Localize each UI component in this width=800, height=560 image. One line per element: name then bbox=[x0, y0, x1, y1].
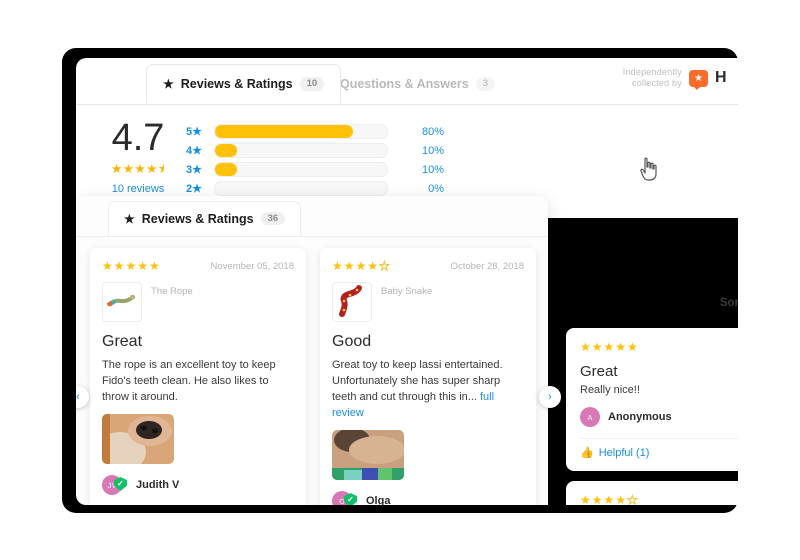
bar-percent: 10% bbox=[421, 144, 444, 157]
product-name[interactable]: Baby Snake bbox=[381, 282, 432, 297]
bar-track bbox=[214, 181, 388, 196]
review-cards-row: ★★★★★ November 05, 2018 The Rope Great T… bbox=[76, 237, 548, 505]
tab-label: Questions & Answers bbox=[340, 77, 469, 91]
product-row[interactable]: The Rope bbox=[102, 282, 294, 322]
bar-label: 4★ bbox=[186, 145, 202, 157]
avatar: A bbox=[580, 407, 600, 427]
main-tabbar: ★ Reviews & Ratings 10 Questions & Answe… bbox=[76, 58, 738, 105]
average-star-row: ★★★★⯨ bbox=[111, 162, 165, 176]
review-title: Great bbox=[102, 333, 143, 350]
device-screen: ★ Reviews & Ratings 10 Questions & Answe… bbox=[76, 58, 738, 505]
reviews-summary-panel: ★ Reviews & Ratings 10 Questions & Answe… bbox=[76, 58, 738, 218]
bar-label: 3★ bbox=[186, 164, 202, 176]
review-card-header: ★★★★★ October 28, 2018 bbox=[332, 259, 524, 274]
review-author-name: Judith V bbox=[136, 479, 180, 491]
review-count-link[interactable]: 10 reviews bbox=[90, 183, 186, 195]
review-star-rating: ★★★★★ bbox=[580, 340, 639, 354]
bar-fill bbox=[215, 125, 353, 138]
brand-initial: H bbox=[714, 69, 727, 86]
review-card-header: ★★★★★ November 05, 2018 bbox=[102, 259, 294, 273]
avatar: O ✓ bbox=[332, 491, 357, 505]
bar-percent: 80% bbox=[421, 125, 444, 138]
thumbs-up-icon: 👍 bbox=[580, 447, 594, 459]
snake-toy-image bbox=[339, 285, 362, 317]
sort-label: Sort by: bbox=[719, 297, 738, 309]
dog-blanket-image bbox=[332, 430, 404, 480]
review-star-rating: ★★★★★ bbox=[332, 259, 391, 274]
verified-shield-icon: ✓ bbox=[344, 493, 357, 505]
average-score: 4.7 bbox=[111, 117, 165, 159]
review-date: October 28, 2018 bbox=[450, 260, 524, 272]
review-body: The rope is an excellent toy to keep Fid… bbox=[102, 359, 276, 403]
review-star-rating: ★★★★★ bbox=[580, 493, 639, 506]
bar-label: 2★ bbox=[186, 183, 202, 195]
reviews-list-panel: ★ Reviews & Ratings 36 ★★★★★ November 05… bbox=[76, 196, 561, 505]
review-body: Really nice!! bbox=[580, 384, 640, 396]
review-body: Great toy to keep lassi entertained. Unf… bbox=[332, 357, 524, 421]
review-card: ★★★★★ October 28, 2018 Baby Snake Good G… bbox=[320, 248, 536, 505]
screenshot-root: ★ Reviews & Ratings 10 Questions & Answe… bbox=[0, 0, 800, 560]
product-name[interactable]: The Rope bbox=[151, 282, 193, 297]
helpful-button[interactable]: 👍 Helpful (1) bbox=[580, 439, 738, 460]
mid-tabbar: ★ Reviews & Ratings 36 bbox=[76, 196, 548, 237]
indep-line-1: Independently bbox=[622, 67, 682, 77]
tab-count-badge: 3 bbox=[475, 77, 496, 91]
independently-collected-block: Independently collected by ★ H bbox=[623, 67, 727, 90]
avatar-initials: A bbox=[587, 412, 593, 422]
review-star-rating: ★★★★★ bbox=[102, 259, 161, 273]
distribution-row[interactable]: 5★ 80% bbox=[186, 123, 738, 140]
tab-reviews-ratings[interactable]: ★ Reviews & Ratings 10 bbox=[146, 64, 342, 104]
review-card: ★★★★★ November 05, 2018 The Rope Great T… bbox=[90, 248, 306, 505]
bar-percent: 0% bbox=[428, 182, 444, 195]
review-body-text: Great toy to keep lassi entertained. Unf… bbox=[332, 359, 503, 403]
star-icon: ★ bbox=[124, 211, 135, 226]
tab-label: Reviews & Ratings bbox=[141, 211, 254, 226]
dog-on-blanket-photo[interactable] bbox=[332, 430, 404, 480]
review-card: ★★★★★ bbox=[566, 481, 738, 505]
bar-fill bbox=[215, 163, 238, 176]
product-row[interactable]: Baby Snake bbox=[332, 282, 524, 322]
review-card: ★★★★★ Great Really nice!! A Anonymous 👍 … bbox=[566, 328, 738, 471]
bar-track bbox=[214, 143, 388, 158]
scroll-right-button[interactable]: › bbox=[539, 386, 561, 408]
dog-nose-photo[interactable] bbox=[102, 414, 174, 464]
helpful-label: Helpful (1) bbox=[598, 446, 650, 459]
indep-line-2: collected by bbox=[632, 78, 682, 88]
review-author-row: JV ✓ Judith V bbox=[102, 475, 294, 495]
tab-count-badge: 10 bbox=[299, 77, 325, 91]
review-author-name: Olga bbox=[366, 495, 391, 505]
rope-toy-photo bbox=[102, 282, 142, 322]
review-title: Great bbox=[580, 363, 618, 380]
review-author-row: O ✓ Olga bbox=[332, 491, 524, 505]
rope-toy-image bbox=[107, 294, 135, 307]
pointer-hand-cursor bbox=[640, 157, 657, 181]
bar-percent: 10% bbox=[421, 163, 444, 176]
avatar: JV ✓ bbox=[102, 475, 127, 495]
star-icon: ★ bbox=[163, 77, 174, 91]
right-reviews-panel: Sort by: Mos ★★★★★ Great Really nice!! A… bbox=[566, 288, 738, 505]
sort-row: Sort by: Mos bbox=[566, 288, 738, 318]
review-date: November 05, 2018 bbox=[210, 260, 294, 272]
tab-count-badge: 36 bbox=[260, 211, 286, 226]
review-author-name: Anonymous bbox=[608, 411, 672, 423]
review-author-row: A Anonymous bbox=[580, 407, 738, 427]
independently-collected-text: Independently collected by bbox=[623, 67, 682, 89]
bar-track bbox=[214, 124, 388, 139]
bar-track bbox=[214, 162, 388, 177]
star-badge-icon: ★ bbox=[688, 69, 708, 90]
bar-label: 5★ bbox=[186, 126, 202, 138]
tab-reviews-ratings-secondary[interactable]: ★ Reviews & Ratings 36 bbox=[108, 201, 302, 236]
snake-toy-photo bbox=[332, 282, 372, 322]
bar-fill bbox=[215, 144, 238, 157]
review-title: Good bbox=[332, 333, 372, 350]
dog-nose-image bbox=[102, 414, 174, 464]
tab-label: Reviews & Ratings bbox=[180, 77, 293, 91]
